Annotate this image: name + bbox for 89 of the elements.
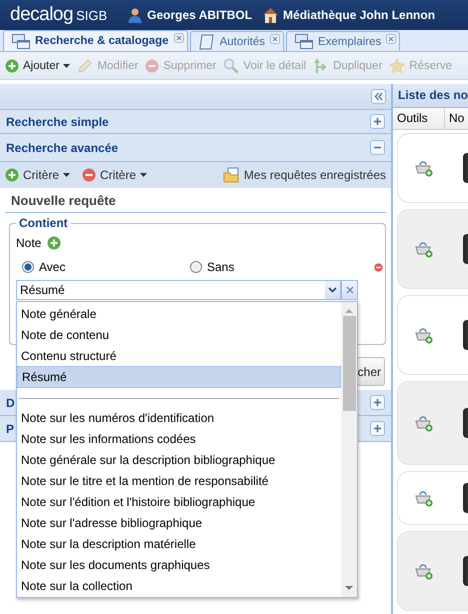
user-icon	[127, 7, 144, 23]
chevron-down-icon	[328, 287, 337, 293]
caret-icon	[140, 173, 148, 177]
toolbar-button[interactable]: Ajouter	[2, 56, 74, 74]
tab[interactable]: Autorités	[190, 31, 284, 51]
collapse-button[interactable]	[370, 140, 385, 155]
close-icon	[346, 286, 354, 294]
add-icon	[47, 236, 62, 250]
section-title: Recherche simple	[6, 114, 109, 128]
caret-icon	[63, 64, 70, 68]
dropdown-option[interactable]: Résumé	[17, 366, 341, 388]
radio-button[interactable]	[22, 261, 34, 273]
record-card[interactable]	[397, 295, 468, 375]
user-name[interactable]: Georges ABITBOL	[147, 8, 252, 22]
section-header[interactable]: Recherche avancée	[0, 134, 391, 162]
basket-add-icon[interactable]	[415, 240, 433, 258]
tab[interactable]: Recherche & catalogage	[3, 30, 188, 51]
dropdown-option[interactable]: Note sur l'édition et l'histoire bibliographique	[17, 492, 341, 513]
caret-icon	[63, 173, 70, 177]
basket-add-icon[interactable]	[415, 489, 433, 507]
scrollbar[interactable]	[341, 302, 357, 597]
dropdown-option[interactable]: Note sur le titre et la mention de responsabilité	[17, 470, 341, 492]
record-card[interactable]	[397, 209, 468, 289]
criteria-button[interactable]: Critère	[5, 168, 70, 182]
dropdown-option[interactable]: Note sur l'adresse bibliographique	[17, 512, 341, 534]
section-header[interactable]: Recherche simple	[0, 110, 391, 134]
remove-icon	[374, 262, 383, 272]
dropdown-option[interactable]: Note sur la description matérielle	[17, 534, 341, 555]
expand-button[interactable]	[370, 114, 385, 129]
criteria-button[interactable]: Critère	[82, 168, 148, 182]
close-icon[interactable]	[174, 33, 184, 43]
collapse-panel-button[interactable]	[371, 89, 386, 104]
dropdown-option[interactable]: Contenu structuré	[17, 345, 341, 366]
dropdown-option[interactable]: Note sur les documents graphiques	[17, 554, 341, 576]
home-icon	[262, 7, 280, 23]
tab[interactable]: Exemplaires	[286, 31, 400, 51]
windows-icon	[12, 34, 30, 48]
add-icon	[5, 168, 19, 182]
pencil-icon	[77, 58, 94, 74]
note-type-combo[interactable]: Résumé	[16, 280, 342, 300]
scroll-down-icon[interactable]	[345, 585, 353, 591]
plus-icon	[373, 424, 382, 433]
record-card[interactable]	[397, 133, 468, 203]
field-label: Note	[16, 236, 42, 250]
search-icon	[223, 58, 240, 74]
saved-queries-button[interactable]: Mes requêtes enregistrées	[222, 167, 386, 183]
basket-add-icon[interactable]	[415, 562, 433, 580]
plus-icon	[373, 117, 382, 126]
results-title: Liste des no	[393, 84, 468, 108]
logo-text: decalog	[10, 4, 74, 26]
section-title: P	[6, 422, 14, 436]
dropdown-option[interactable]: Note sur la collection	[17, 576, 341, 598]
section-title: D	[6, 396, 15, 410]
plus-icon	[373, 398, 382, 407]
dropdown-option[interactable]: Note sur les informations codées	[17, 428, 341, 450]
folder-icon	[222, 167, 240, 183]
close-icon[interactable]	[386, 34, 396, 44]
query-title: Nouvelle requête	[5, 188, 386, 213]
dropdown-option[interactable]: Note de contenu	[17, 324, 341, 346]
scroll-icon	[198, 34, 215, 50]
basket-add-icon[interactable]	[415, 414, 433, 432]
radio-option[interactable]: Avec	[22, 260, 190, 274]
column-header[interactable]: No	[445, 108, 468, 129]
windows-icon	[294, 34, 313, 49]
expand-button[interactable]	[370, 421, 385, 436]
record-card[interactable]	[397, 381, 468, 465]
logo-suffix: SIGB	[76, 8, 108, 22]
radio-option[interactable]: Sans	[190, 260, 358, 274]
record-card[interactable]	[397, 471, 468, 525]
scroll-up-icon[interactable]	[345, 308, 353, 314]
star-icon	[389, 58, 406, 74]
group-legend: Contient	[16, 216, 71, 230]
radio-button[interactable]	[190, 261, 202, 273]
basket-add-icon[interactable]	[415, 326, 433, 344]
dropdown-option[interactable]: Note générale	[17, 303, 341, 324]
add-icon	[5, 58, 19, 72]
remove-icon	[82, 168, 96, 182]
expand-button[interactable]	[370, 395, 385, 410]
close-icon[interactable]	[270, 34, 280, 44]
library-name[interactable]: Médiathèque John Lennon	[283, 8, 436, 22]
dropdown-option[interactable]: Note sur les numéros d'identification	[17, 407, 341, 428]
basket-add-icon[interactable]	[415, 159, 433, 177]
dropdown-arrow-button[interactable]	[325, 280, 341, 300]
remove-icon	[145, 58, 160, 72]
record-card[interactable]	[397, 531, 468, 611]
section-title: Recherche avancée	[6, 140, 118, 154]
double-chevron-icon	[374, 92, 383, 101]
dropdown-option[interactable]: Note générale sur la description bibliographique	[17, 449, 341, 470]
column-header[interactable]: Outils	[393, 108, 445, 129]
